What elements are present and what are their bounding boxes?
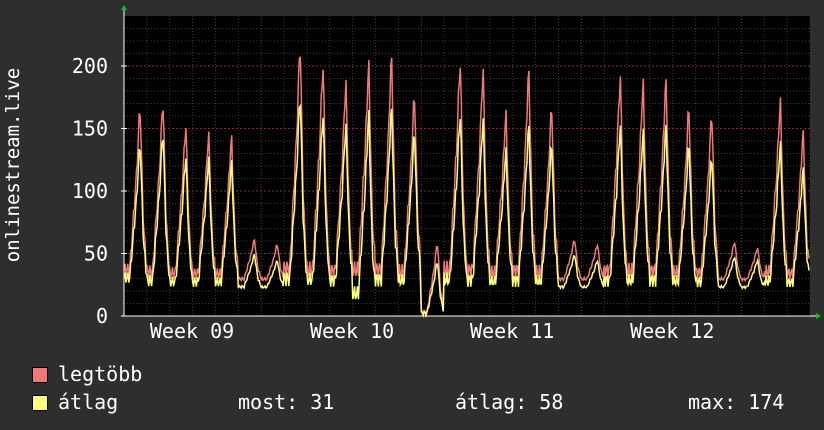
x-axis-arrow <box>816 313 821 319</box>
legend-swatch-avg <box>32 395 48 411</box>
x-tick-label: Week 09 <box>150 319 234 343</box>
x-tick-label: Week 12 <box>630 319 714 343</box>
y-tick-labels: 0 50 100 150 200 <box>72 54 108 328</box>
x-tick-labels: Week 09 Week 10 Week 11 Week 12 <box>150 319 714 343</box>
y-axis-label: onlinestream.live <box>2 67 24 263</box>
y-tick-label: 200 <box>72 54 108 78</box>
x-tick-label: Week 11 <box>470 319 554 343</box>
y-axis-arrow <box>121 5 127 10</box>
x-tick-label: Week 10 <box>310 319 394 343</box>
y-tick-label: 50 <box>84 242 108 266</box>
y-tick-label: 100 <box>72 179 108 203</box>
legend-label-avg: átlag <box>58 390 119 414</box>
stat-average: átlag: 58 <box>455 390 564 414</box>
stat-max: max: 174 <box>688 390 785 414</box>
stat-now: most: 31 <box>238 390 335 414</box>
legend-label-max: legtöbb <box>58 362 143 386</box>
y-tick-label: 0 <box>96 304 108 328</box>
legend-swatch-max <box>32 367 48 383</box>
y-tick-label: 150 <box>72 117 108 141</box>
